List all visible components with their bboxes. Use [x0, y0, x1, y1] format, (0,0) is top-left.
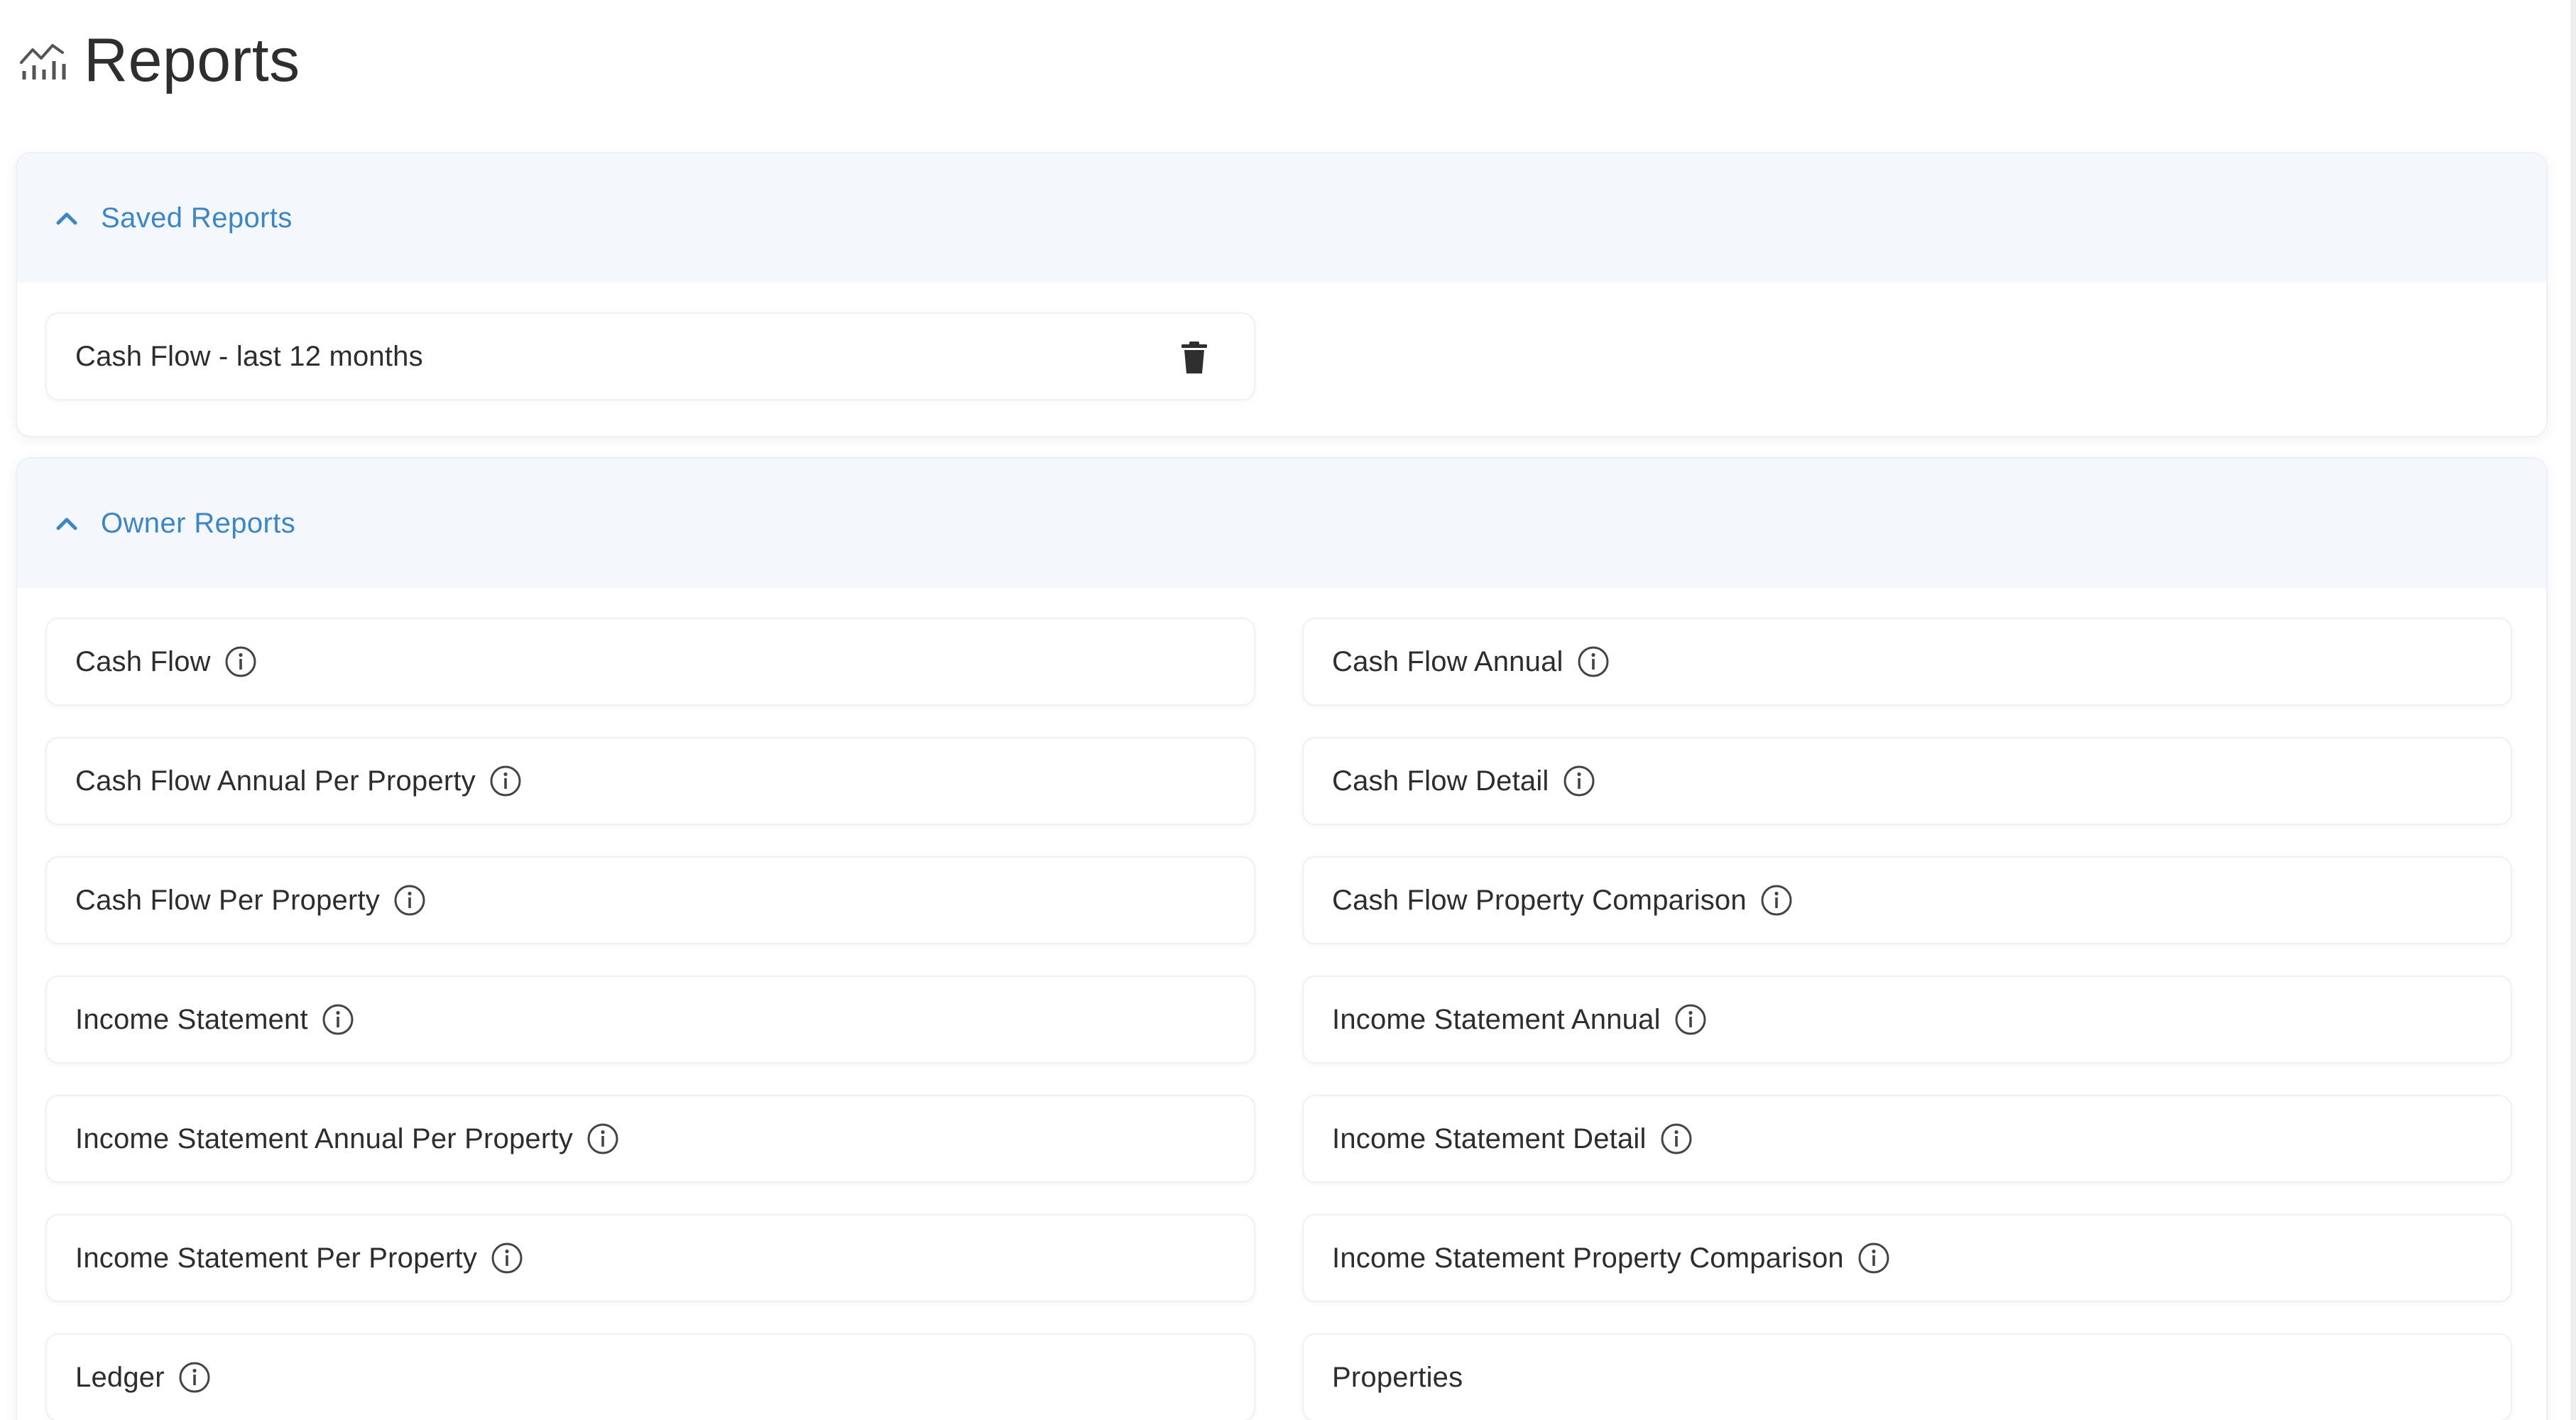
- owner-reports-header[interactable]: Owner Reports: [17, 459, 2546, 588]
- report-label: Cash Flow Detail: [1332, 765, 1549, 797]
- report-income-statement-property-comparison[interactable]: Income Statement Property Comparison: [1302, 1214, 2512, 1302]
- report-income-statement-per-property[interactable]: Income Statement Per Property: [45, 1214, 1255, 1302]
- saved-reports-header[interactable]: Saved Reports: [17, 153, 2546, 283]
- info-icon[interactable]: [490, 1241, 524, 1275]
- page-header: Reports: [18, 21, 300, 99]
- saved-reports-title: Saved Reports: [101, 202, 293, 234]
- report-label: Cash Flow Annual: [1332, 645, 1563, 677]
- report-cash-flow-property-comparison[interactable]: Cash Flow Property Comparison: [1302, 856, 2512, 944]
- report-cash-flow-per-property[interactable]: Cash Flow Per Property: [45, 856, 1255, 944]
- report-label: Income Statement: [75, 1003, 308, 1035]
- report-label: Ledger: [75, 1361, 165, 1393]
- report-label: Income Statement Property Comparison: [1332, 1242, 1844, 1274]
- report-income-statement[interactable]: Income Statement: [45, 976, 1255, 1064]
- report-ledger[interactable]: Ledger: [45, 1333, 1255, 1420]
- info-icon[interactable]: [224, 645, 258, 679]
- info-icon[interactable]: [321, 1003, 355, 1037]
- info-icon[interactable]: [393, 883, 427, 917]
- info-icon[interactable]: [489, 764, 523, 798]
- report-income-statement-annual[interactable]: Income Statement Annual: [1302, 976, 2512, 1064]
- owner-reports-title: Owner Reports: [101, 507, 296, 539]
- saved-report-label: Cash Flow - last 12 months: [75, 340, 423, 372]
- report-label: Properties: [1332, 1361, 1463, 1393]
- report-cash-flow-annual[interactable]: Cash Flow Annual: [1302, 618, 2512, 706]
- chart-icon: [18, 38, 68, 82]
- info-icon[interactable]: [1659, 1122, 1693, 1156]
- report-label: Cash Flow Annual Per Property: [75, 765, 476, 797]
- report-label: Income Statement Detail: [1332, 1123, 1647, 1154]
- report-label: Income Statement Annual Per Property: [75, 1123, 573, 1154]
- info-icon[interactable]: [1674, 1003, 1708, 1037]
- info-icon[interactable]: [586, 1122, 620, 1156]
- report-cash-flow[interactable]: Cash Flow: [45, 618, 1255, 706]
- report-label: Income Statement Annual: [1332, 1003, 1661, 1035]
- report-properties[interactable]: Properties: [1302, 1333, 2512, 1420]
- page-title: Reports: [84, 26, 300, 94]
- info-icon[interactable]: [1562, 764, 1596, 798]
- info-icon[interactable]: [1576, 645, 1610, 679]
- saved-reports-section: Saved Reports Cash Flow - last 12 months: [16, 152, 2548, 437]
- info-icon[interactable]: [178, 1360, 212, 1394]
- info-icon[interactable]: [1759, 883, 1794, 917]
- report-cash-flow-detail[interactable]: Cash Flow Detail: [1302, 737, 2512, 825]
- info-icon[interactable]: [1857, 1241, 1891, 1275]
- saved-report-item[interactable]: Cash Flow - last 12 months: [45, 312, 1255, 400]
- owner-reports-section: Owner Reports Cash Flow Cash Flow Annual…: [16, 457, 2548, 1420]
- chevron-up-icon[interactable]: [53, 204, 81, 232]
- report-label: Cash Flow Per Property: [75, 884, 380, 916]
- report-label: Cash Flow Property Comparison: [1332, 884, 1747, 916]
- chevron-up-icon[interactable]: [53, 509, 81, 537]
- scrollbar-track[interactable]: [2570, 0, 2576, 1420]
- reports-page: Reports Saved Reports Cash Flow - last 1…: [0, 0, 2576, 1420]
- report-income-statement-annual-per-property[interactable]: Income Statement Annual Per Property: [45, 1095, 1255, 1183]
- report-label: Cash Flow: [75, 645, 211, 677]
- report-label: Income Statement Per Property: [75, 1242, 478, 1274]
- trash-icon[interactable]: [1180, 341, 1208, 375]
- report-income-statement-detail[interactable]: Income Statement Detail: [1302, 1095, 2512, 1183]
- report-cash-flow-annual-per-property[interactable]: Cash Flow Annual Per Property: [45, 737, 1255, 825]
